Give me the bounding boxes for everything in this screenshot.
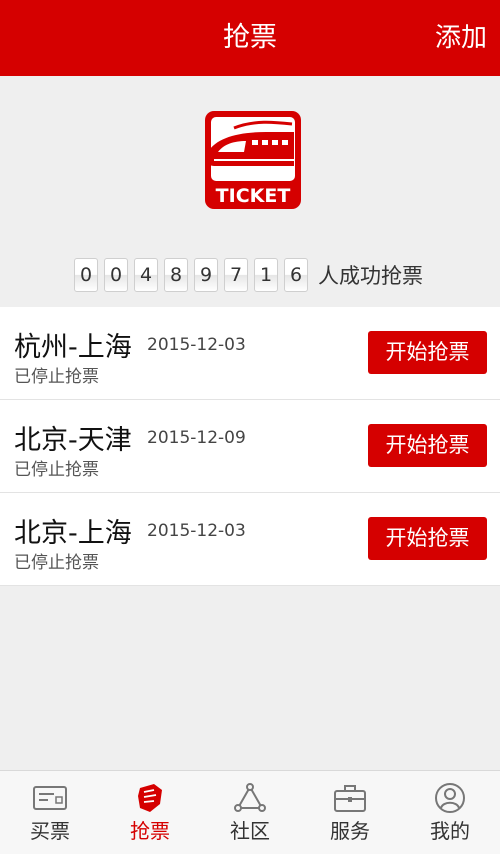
tab-label: 抢票 xyxy=(130,819,170,843)
tab-label: 社区 xyxy=(230,819,270,843)
counter-digit: 6 xyxy=(284,258,308,292)
tab-buy-ticket[interactable]: 买票 xyxy=(0,771,100,854)
start-grab-button[interactable]: 开始抢票 xyxy=(368,424,487,467)
page-title: 抢票 xyxy=(223,22,277,53)
top-bar: 抢票 添加 xyxy=(0,0,500,76)
ticket-list: 杭州-上海 2015-12-03 已停止抢票 开始抢票 北京-天津 2015-1… xyxy=(0,307,500,586)
grab-status: 已停止抢票 xyxy=(14,553,99,573)
briefcase-icon xyxy=(334,785,366,812)
counter-digit: 8 xyxy=(164,258,188,292)
tab-label: 我的 xyxy=(430,819,470,843)
ticket-logo-text: TICKET xyxy=(216,185,291,207)
counter-digit: 0 xyxy=(74,258,98,292)
community-triangle-icon xyxy=(234,783,266,812)
grab-status: 已停止抢票 xyxy=(14,460,99,480)
ticket-item[interactable]: 北京-上海 2015-12-03 已停止抢票 开始抢票 xyxy=(0,493,500,586)
travel-date: 2015-12-03 xyxy=(147,335,246,355)
tab-mine[interactable]: 我的 xyxy=(400,771,500,854)
route-name: 北京-上海 xyxy=(14,518,132,549)
start-grab-button[interactable]: 开始抢票 xyxy=(368,517,487,560)
counter-digit: 0 xyxy=(104,258,128,292)
bottom-tab-bar: 买票 抢票 社区 服务 我的 xyxy=(0,770,500,854)
counter-digit: 1 xyxy=(254,258,278,292)
grab-hand-icon xyxy=(138,784,162,812)
ticket-logo: TICKET xyxy=(205,111,301,209)
ticket-card-icon xyxy=(33,786,67,810)
ticket-item[interactable]: 杭州-上海 2015-12-03 已停止抢票 开始抢票 xyxy=(0,307,500,400)
user-profile-icon xyxy=(435,783,465,813)
travel-date: 2015-12-03 xyxy=(147,521,246,541)
grab-status: 已停止抢票 xyxy=(14,367,99,387)
tab-grab-ticket[interactable]: 抢票 xyxy=(100,771,200,854)
ticket-item[interactable]: 北京-天津 2015-12-09 已停止抢票 开始抢票 xyxy=(0,400,500,493)
counter-label: 人成功抢票 xyxy=(318,264,423,288)
tab-label: 买票 xyxy=(30,819,70,843)
tab-label: 服务 xyxy=(330,819,370,843)
counter-digit: 4 xyxy=(134,258,158,292)
route-name: 杭州-上海 xyxy=(14,332,132,363)
counter-digit: 9 xyxy=(194,258,218,292)
add-button[interactable]: 添加 xyxy=(435,0,487,76)
tab-service[interactable]: 服务 xyxy=(300,771,400,854)
start-grab-button[interactable]: 开始抢票 xyxy=(368,331,487,374)
counter-digit: 7 xyxy=(224,258,248,292)
travel-date: 2015-12-09 xyxy=(147,428,246,448)
success-counter: 0 0 4 8 9 7 1 6 人成功抢票 xyxy=(74,257,423,293)
route-name: 北京-天津 xyxy=(14,425,132,456)
tab-community[interactable]: 社区 xyxy=(200,771,300,854)
